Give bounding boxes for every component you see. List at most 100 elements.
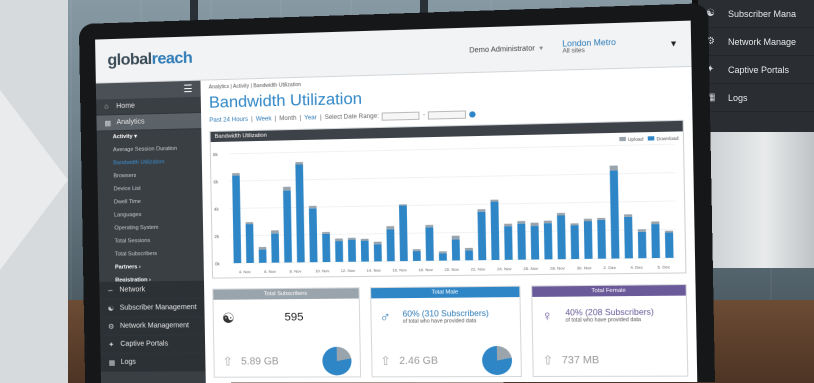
apply-range-button[interactable] (469, 111, 477, 118)
bar-download[interactable] (609, 170, 620, 259)
bar-download[interactable] (570, 225, 580, 260)
sub-item[interactable]: Total Subscribers (99, 247, 204, 261)
bar-download[interactable] (399, 205, 408, 262)
range-year[interactable]: Year (304, 115, 317, 121)
bar-upload[interactable] (624, 214, 633, 217)
bar-upload[interactable] (543, 220, 552, 224)
chevron-down-icon[interactable]: ▼ (669, 39, 678, 49)
bar-download[interactable] (245, 223, 254, 264)
monitor-item-logs[interactable]: ▦ Logs (698, 84, 814, 112)
bar-download[interactable] (232, 175, 242, 264)
bar-download[interactable] (651, 223, 660, 259)
bar-upload[interactable] (438, 251, 447, 254)
partners-group[interactable]: Partners › (99, 260, 204, 274)
bar-upload[interactable] (477, 209, 486, 212)
bar-download[interactable] (490, 201, 500, 261)
sidebar-item-label: Captive Portals (120, 340, 169, 348)
bar-upload[interactable] (504, 223, 513, 227)
bar-upload[interactable] (664, 230, 674, 233)
bar-upload[interactable] (258, 246, 267, 250)
bar-upload[interactable] (583, 218, 592, 222)
bar-download[interactable] (664, 232, 674, 258)
bar-upload[interactable] (451, 235, 460, 240)
card-note: of total who have provided data (565, 316, 642, 324)
bar-download[interactable] (543, 223, 553, 260)
range-week[interactable]: Week (256, 116, 272, 122)
bar-upload[interactable] (490, 199, 499, 202)
bar-download[interactable] (386, 229, 395, 262)
bar-upload[interactable] (295, 162, 304, 165)
bar-download[interactable] (258, 249, 267, 263)
bar-download[interactable] (295, 164, 305, 263)
bar-download[interactable] (504, 226, 513, 260)
laptop-screen: globalreach Demo Administrator ▾ London M… (95, 20, 698, 383)
sidebar-item-network[interactable]: ∽ Network (99, 280, 205, 300)
bar-download[interactable] (271, 233, 280, 263)
bar-upload[interactable] (517, 220, 526, 224)
bar-download[interactable] (335, 240, 344, 262)
bar-download[interactable] (637, 231, 647, 259)
bar-upload[interactable] (637, 229, 646, 232)
bar-download[interactable] (465, 250, 474, 261)
end-date-field[interactable] (428, 110, 467, 120)
bar-upload[interactable] (386, 226, 395, 230)
bar-download[interactable] (530, 225, 540, 260)
bar-download[interactable] (517, 223, 526, 260)
bar-download[interactable] (360, 240, 369, 262)
bar-download[interactable] (412, 251, 421, 261)
bar-upload[interactable] (425, 224, 434, 228)
bar-download[interactable] (451, 239, 460, 261)
bar-upload[interactable] (322, 231, 330, 234)
bar-upload[interactable] (570, 223, 579, 226)
x-tick-label: 20. Nov (444, 267, 459, 272)
monitor-item-portals[interactable]: ✦ Captive Portals (698, 56, 814, 84)
bar-upload[interactable] (556, 212, 566, 216)
bar-download[interactable] (283, 190, 292, 263)
bar-upload[interactable] (530, 222, 539, 226)
home-icon: ⌂ (104, 103, 109, 111)
bar-upload[interactable] (271, 230, 279, 234)
bar-download[interactable] (308, 208, 318, 263)
female-icon: ♀ (541, 307, 554, 324)
bar-upload[interactable] (597, 217, 606, 220)
bar-upload[interactable] (360, 238, 369, 241)
sidebar-item-subscriber-management[interactable]: ☯ Subscriber Management (99, 298, 205, 318)
logo[interactable]: globalreach (107, 49, 192, 70)
bar-upload[interactable] (465, 247, 473, 251)
bar-download[interactable] (597, 219, 606, 259)
bar-download[interactable] (583, 221, 593, 259)
bar-upload[interactable] (308, 205, 317, 209)
sidebar: ☰ ⌂ Home ▩ Analytics Activity ▾ Average … (95, 80, 206, 383)
logo-main: global (107, 50, 152, 69)
monitor-item-network[interactable]: ⚙ Network Manage (698, 28, 814, 56)
bar-upload[interactable] (412, 249, 421, 252)
bar-download[interactable] (477, 211, 487, 261)
sidebar-item-network-management[interactable]: ⚙ Network Management (99, 317, 205, 336)
bar-upload[interactable] (245, 222, 254, 225)
bar-download[interactable] (624, 216, 633, 259)
bar-upload[interactable] (335, 238, 343, 242)
monitor-item-subscriber[interactable]: ☯ Subscriber Mana (698, 0, 814, 28)
bar-download[interactable] (347, 239, 357, 262)
start-date-field[interactable] (381, 111, 420, 121)
range-month[interactable]: Month (279, 116, 296, 123)
bar-upload[interactable] (398, 204, 407, 206)
bar-download[interactable] (322, 233, 331, 263)
user-menu[interactable]: Demo Administrator ▾ (469, 43, 543, 54)
range-past-24[interactable]: Past 24 Hours (209, 117, 248, 124)
sidebar-item-captive-portals[interactable]: ✦ Captive Portals (100, 335, 206, 354)
bar-upload[interactable] (609, 165, 618, 171)
bar-upload[interactable] (651, 221, 660, 225)
sidebar-item-logs[interactable]: ▦ Logs (100, 353, 206, 372)
bar-upload[interactable] (347, 237, 356, 240)
bar-download[interactable] (557, 215, 566, 260)
region-selector[interactable]: London Metro All sites (562, 36, 660, 55)
bar-upload[interactable] (232, 173, 240, 176)
sidebar-item-label: Home (116, 102, 136, 111)
bar-download[interactable] (425, 227, 434, 261)
bar-upload[interactable] (373, 241, 382, 245)
card-body: ☯ 595 (213, 299, 359, 337)
bar-upload[interactable] (283, 186, 291, 191)
bar-download[interactable] (373, 244, 382, 262)
bar-download[interactable] (438, 253, 447, 261)
